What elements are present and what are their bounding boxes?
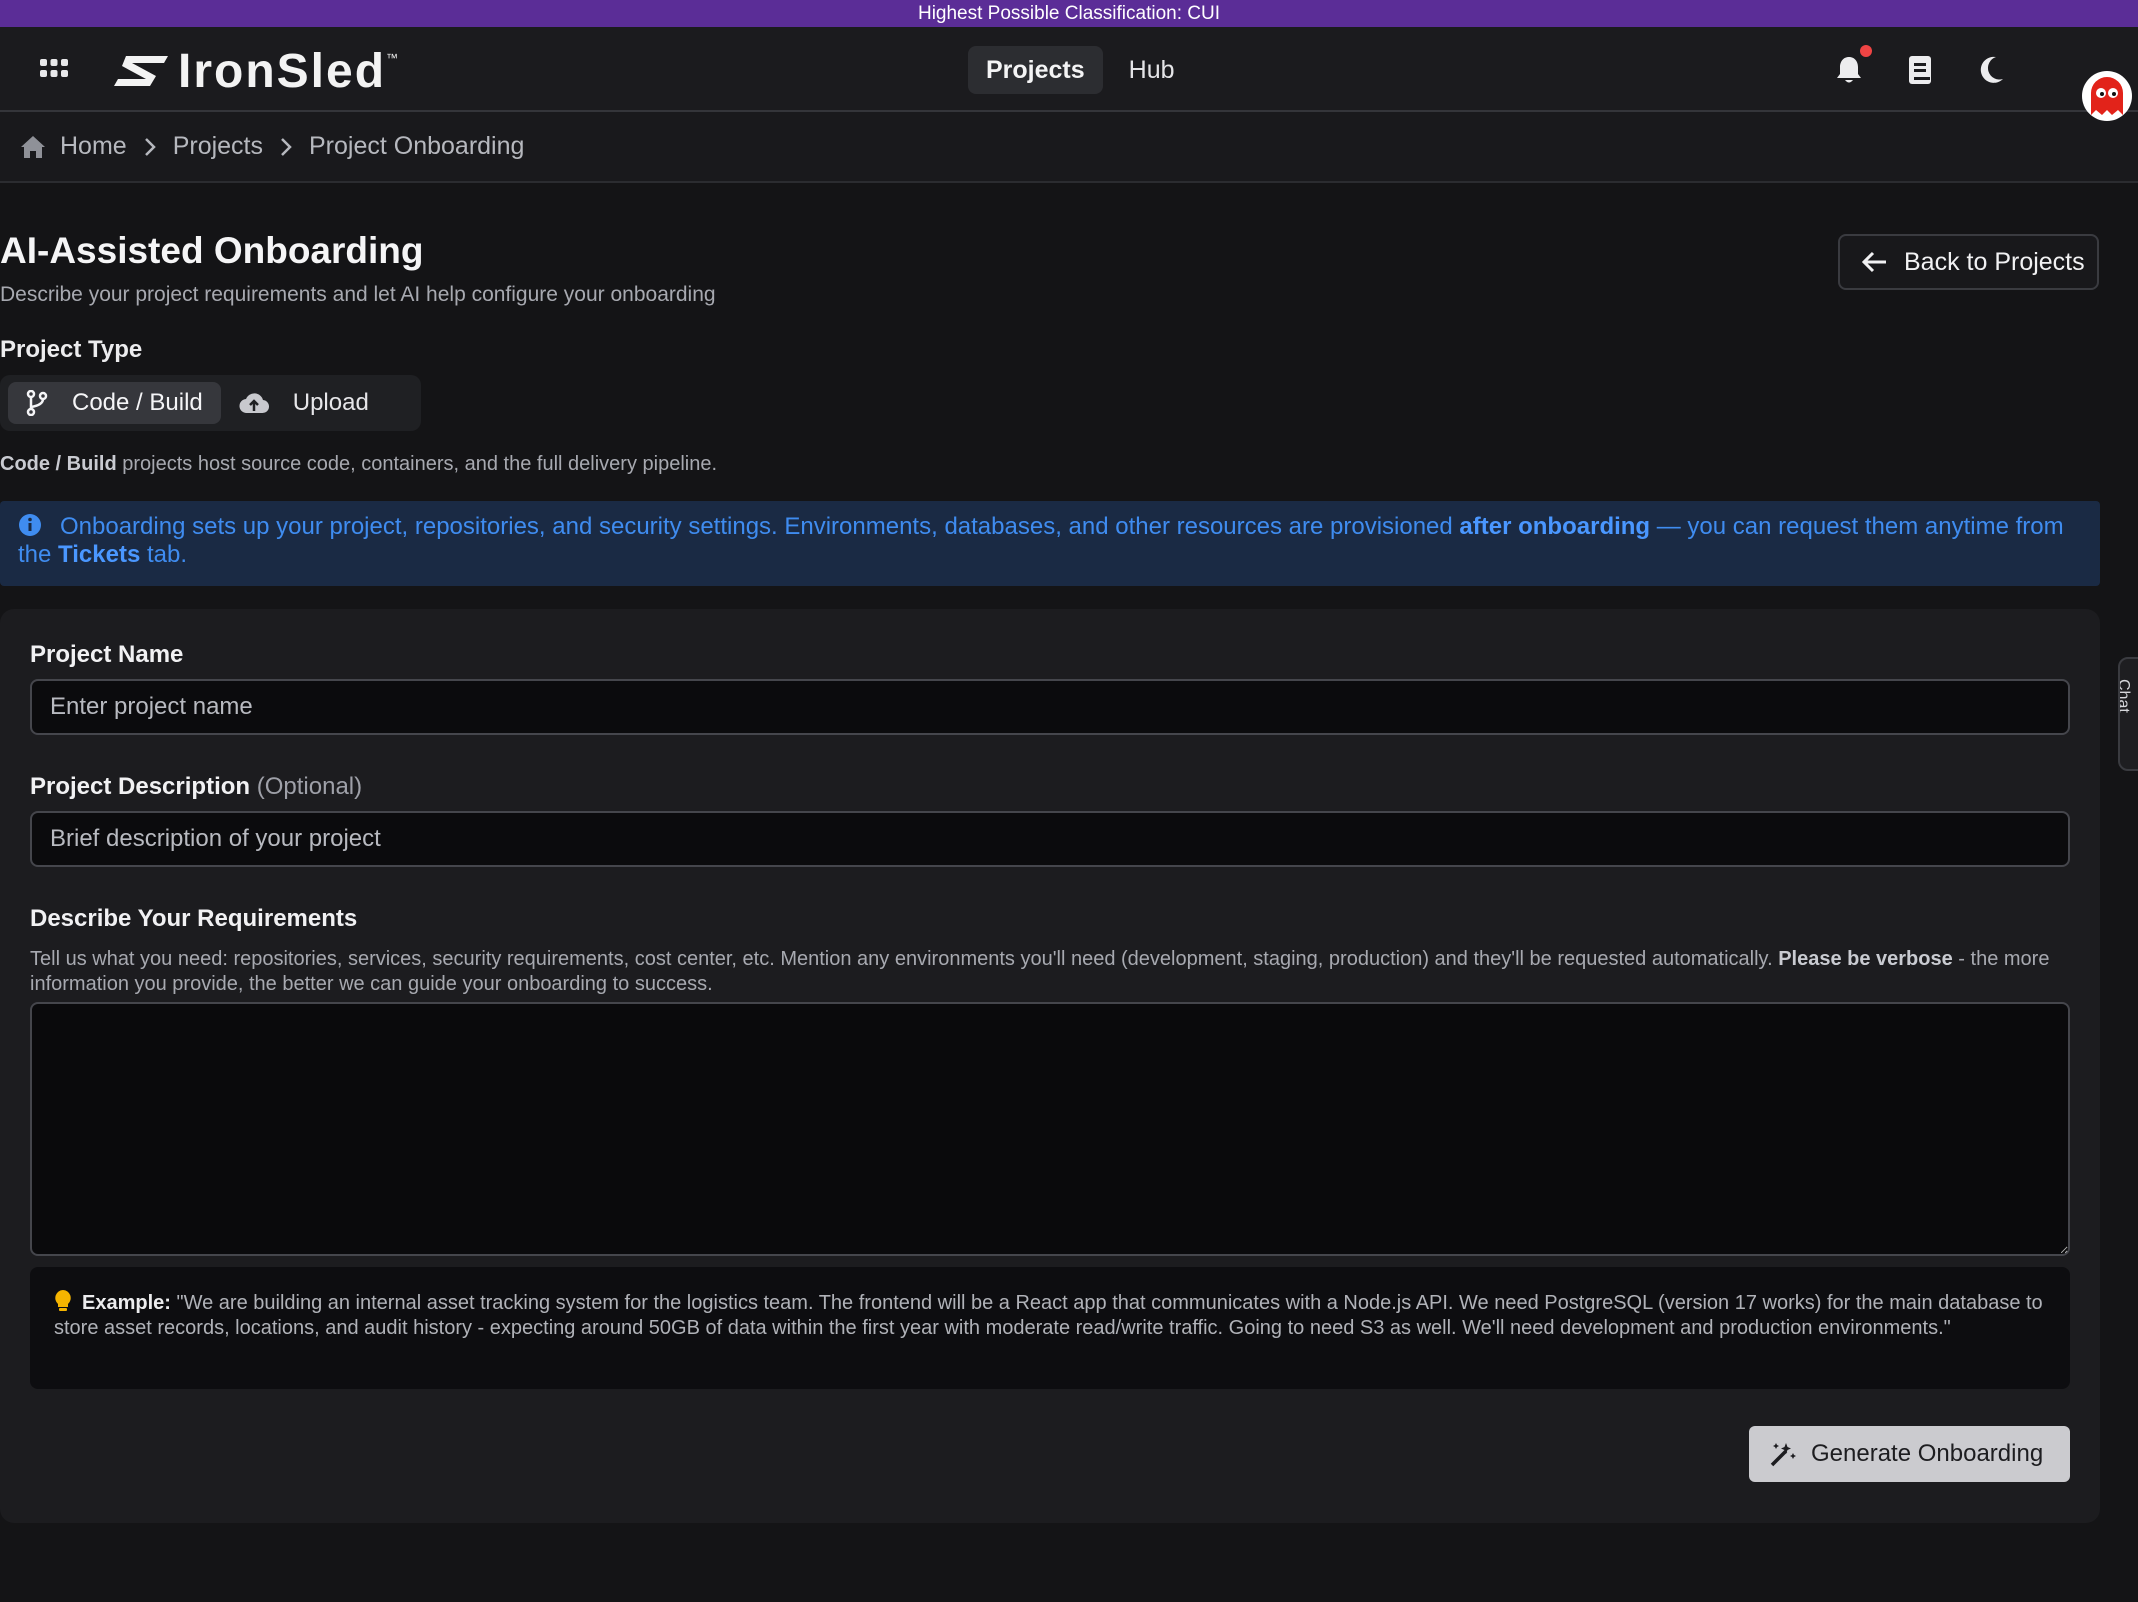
code-build-label: Code / Build <box>72 389 203 416</box>
arrow-left-icon <box>1862 251 1886 273</box>
cloud-upload-icon <box>239 393 269 414</box>
magic-wand-icon <box>1770 1443 1796 1467</box>
book-icon[interactable] <box>1908 55 1932 85</box>
breadcrumb-current: Project Onboarding <box>309 132 525 160</box>
project-type-description: Code / Build projects host source code, … <box>0 453 717 476</box>
project-type-toggle: Code / Build Upload <box>0 375 421 431</box>
chevron-right-icon <box>144 137 156 156</box>
project-name-input[interactable] <box>30 679 2070 735</box>
breadcrumb: Home Projects Project Onboarding <box>0 112 2138 183</box>
project-type-upload[interactable]: Upload <box>221 382 387 424</box>
main-nav: Projects Hub <box>968 46 1193 94</box>
breadcrumb-home[interactable]: Home <box>60 132 127 161</box>
requirements-textarea[interactable] <box>30 1002 2070 1256</box>
onboarding-form-card: Project Name Project Description (Option… <box>0 609 2100 1523</box>
back-button-label: Back to Projects <box>1904 247 2085 276</box>
project-description-label: Project Description (Optional) <box>30 773 362 801</box>
info-text-3: tab. <box>140 541 188 568</box>
upload-label: Upload <box>292 389 369 416</box>
breadcrumb-projects[interactable]: Projects <box>173 132 263 161</box>
requirements-help-text: Tell us what you need: repositories, ser… <box>30 947 2070 997</box>
requirements-label: Describe Your Requirements <box>30 905 358 932</box>
info-text-1: Onboarding sets up your project, reposit… <box>60 513 1460 540</box>
page-title: AI-Assisted Onboarding <box>0 230 424 271</box>
logo-trademark: ™ <box>386 51 399 65</box>
generate-onboarding-button[interactable]: Generate Onboarding <box>1749 1426 2070 1482</box>
nav-tab-hub[interactable]: Hub <box>1111 46 1193 94</box>
bell-icon[interactable] <box>1836 55 1862 85</box>
example-text: "We are building an internal asset track… <box>54 1292 2043 1339</box>
top-navbar: IronSled ™ Projects Hub <box>0 27 2138 121</box>
chat-tab-label: Chat <box>2118 679 2132 713</box>
project-type-description-bold: Code / Build <box>0 453 117 475</box>
requirements-help-bold: Please be verbose <box>1778 948 1953 970</box>
page-subtitle: Describe your project requirements and l… <box>0 283 716 306</box>
project-type-description-text: projects host source code, containers, a… <box>116 453 718 475</box>
project-type-code-build[interactable]: Code / Build <box>8 382 221 424</box>
info-link-tickets[interactable]: Tickets <box>58 541 140 568</box>
avatar[interactable] <box>2082 71 2132 121</box>
project-description-input[interactable] <box>30 811 2070 867</box>
moon-icon[interactable] <box>1978 55 2004 85</box>
back-to-projects-button[interactable]: Back to Projects <box>1838 234 2099 290</box>
optional-hint: (Optional) <box>256 773 363 800</box>
ghost-avatar-icon <box>2091 77 2123 115</box>
example-box: Example: "We are building an internal as… <box>30 1267 2070 1389</box>
ironsled-logo-mark-icon <box>114 56 168 86</box>
chat-side-tab[interactable]: Chat <box>2118 657 2138 771</box>
classification-banner: Highest Possible Classification: CUI <box>0 0 2138 27</box>
info-bold-after-onboarding: after onboarding <box>1459 513 1651 540</box>
apps-grid-icon[interactable] <box>40 57 68 79</box>
requirements-help-main: Tell us what you need: repositories, ser… <box>30 948 1779 970</box>
generate-onboarding-label: Generate Onboarding <box>1811 1440 2044 1467</box>
project-type-label: Project Type <box>0 336 143 363</box>
project-name-label: Project Name <box>30 641 184 668</box>
logo-text: IronSled <box>178 44 387 98</box>
logo[interactable]: IronSled ™ <box>112 45 399 98</box>
project-description-label-text: Project Description <box>30 773 251 800</box>
example-label: Example: <box>82 1292 171 1314</box>
lightbulb-icon <box>55 1290 71 1311</box>
home-icon[interactable] <box>20 135 46 159</box>
notification-dot <box>1860 45 1872 57</box>
git-branch-icon <box>26 390 48 416</box>
nav-tab-projects[interactable]: Projects <box>968 46 1103 94</box>
info-icon <box>19 514 41 536</box>
chevron-right-icon <box>281 137 292 156</box>
info-banner: Onboarding sets up your project, reposit… <box>0 501 2100 586</box>
